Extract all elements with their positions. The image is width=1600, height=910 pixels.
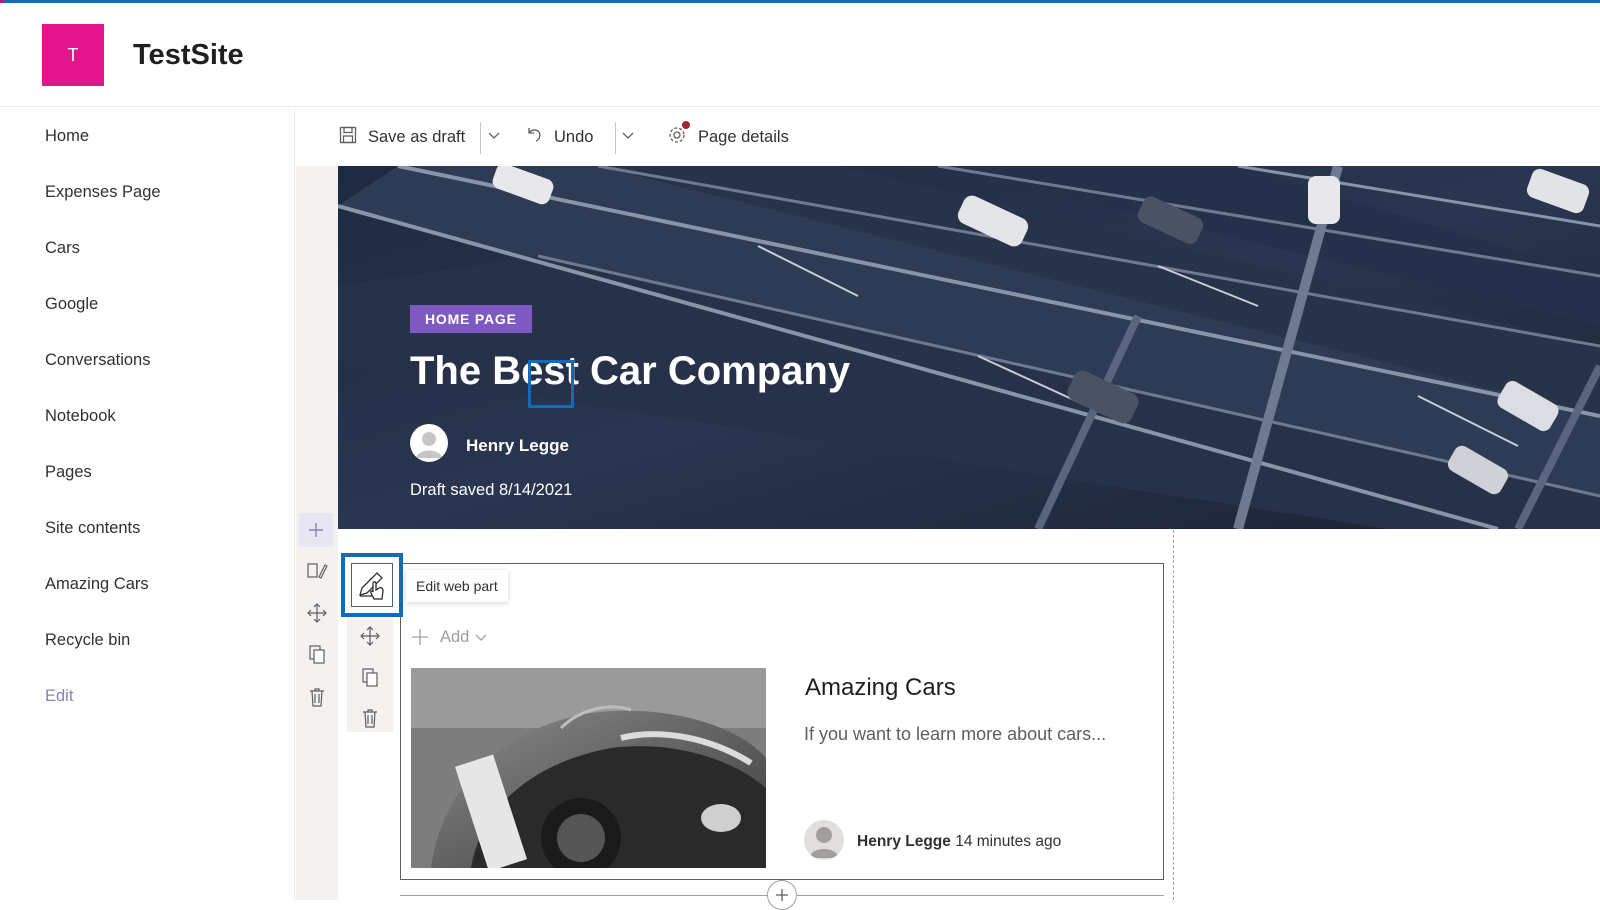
site-logo-letter: T bbox=[67, 44, 79, 65]
move-icon bbox=[360, 626, 380, 646]
chevron-down-icon bbox=[475, 634, 487, 641]
page-type-badge[interactable]: HOME PAGE bbox=[410, 305, 532, 333]
person-icon bbox=[416, 432, 442, 458]
nav-item-pages[interactable]: Pages bbox=[45, 463, 92, 482]
add-section-button[interactable] bbox=[299, 513, 333, 547]
command-bar: Save as draft Undo Page details bbox=[296, 108, 1600, 166]
site-title[interactable]: TestSite bbox=[133, 39, 244, 72]
hand-cursor-icon bbox=[370, 581, 384, 600]
move-web-part-button[interactable] bbox=[355, 621, 385, 651]
save-icon bbox=[338, 125, 358, 150]
chevron-down-icon bbox=[486, 127, 502, 148]
notification-dot bbox=[682, 120, 690, 129]
nav-item-notebook[interactable]: Notebook bbox=[45, 407, 116, 426]
nav-item-amazing-cars[interactable]: Amazing Cars bbox=[45, 575, 149, 594]
edit-section-button[interactable] bbox=[302, 556, 332, 586]
gear-icon bbox=[666, 120, 690, 151]
edit-web-part-tooltip: Edit web part bbox=[406, 570, 508, 602]
section-layout-icon bbox=[307, 563, 328, 579]
site-logo[interactable]: T bbox=[42, 24, 104, 86]
copy-icon bbox=[362, 668, 378, 687]
news-author-avatar bbox=[804, 820, 844, 860]
draft-status: Draft saved 8/14/2021 bbox=[410, 481, 573, 499]
page-details-button[interactable]: Page details bbox=[666, 120, 789, 151]
news-byline: Henry Legge 14 minutes ago bbox=[857, 833, 1061, 851]
add-label: Add bbox=[440, 627, 470, 646]
undo-icon bbox=[524, 125, 544, 150]
save-as-draft-label: Save as draft bbox=[368, 127, 466, 146]
duplicate-section-button[interactable] bbox=[302, 640, 332, 670]
highway-background-image bbox=[338, 166, 1600, 529]
nav-edit-link[interactable]: Edit bbox=[45, 687, 73, 706]
nav-item-cars[interactable]: Cars bbox=[45, 239, 80, 258]
page-title[interactable]: The Best Car Company bbox=[410, 349, 850, 394]
plus-icon bbox=[412, 629, 428, 645]
author-avatar bbox=[410, 424, 448, 462]
pencil-icon bbox=[359, 572, 384, 600]
author-name[interactable]: Henry Legge bbox=[466, 436, 569, 456]
nav-item-google[interactable]: Google bbox=[45, 295, 98, 314]
edit-web-part-button[interactable] bbox=[351, 563, 393, 607]
news-thumbnail[interactable] bbox=[411, 668, 766, 868]
copy-icon bbox=[309, 645, 325, 664]
nav-item-site-contents[interactable]: Site contents bbox=[45, 519, 140, 538]
undo-options-chevron[interactable] bbox=[620, 123, 636, 151]
nav-item-conversations[interactable]: Conversations bbox=[45, 351, 150, 370]
site-header: T TestSite bbox=[0, 3, 1600, 107]
trash-icon bbox=[310, 688, 324, 707]
duplicate-web-part-button[interactable] bbox=[355, 663, 385, 693]
trash-icon bbox=[363, 709, 377, 728]
news-description: If you want to learn more about cars... bbox=[804, 724, 1107, 744]
person-icon bbox=[809, 827, 839, 858]
section-toolbar-gutter bbox=[296, 108, 338, 900]
nav-item-recycle-bin[interactable]: Recycle bin bbox=[45, 631, 130, 650]
undo-label: Undo bbox=[554, 127, 594, 146]
add-news-button[interactable]: Add bbox=[410, 627, 489, 647]
move-section-button[interactable] bbox=[302, 598, 332, 628]
delete-web-part-button[interactable] bbox=[355, 703, 385, 733]
edit-web-part-highlight bbox=[341, 553, 403, 617]
undo-button[interactable]: Undo bbox=[524, 123, 593, 151]
text-cursor-highlight bbox=[528, 360, 574, 408]
toolbar-divider bbox=[615, 122, 616, 154]
nav-item-expenses-page[interactable]: Expenses Page bbox=[45, 183, 161, 202]
plus-icon bbox=[309, 523, 323, 537]
news-timestamp: 14 minutes ago bbox=[955, 833, 1062, 850]
plus-icon bbox=[776, 889, 788, 901]
chevron-down-icon bbox=[620, 127, 636, 148]
news-title[interactable]: Amazing Cars bbox=[805, 674, 956, 702]
news-author-name[interactable]: Henry Legge bbox=[857, 833, 951, 850]
toolbar-divider bbox=[480, 122, 481, 154]
add-web-part-button[interactable] bbox=[767, 880, 797, 910]
vintage-car-image bbox=[411, 668, 766, 868]
delete-section-button[interactable] bbox=[302, 682, 332, 712]
hero-banner[interactable]: HOME PAGE The Best Car Company Henry Leg… bbox=[338, 166, 1600, 529]
save-options-chevron[interactable] bbox=[486, 123, 502, 151]
nav-item-home[interactable]: Home bbox=[45, 127, 89, 146]
page-details-label: Page details bbox=[698, 127, 789, 146]
save-as-draft-button[interactable]: Save as draft bbox=[338, 123, 465, 151]
move-icon bbox=[307, 603, 327, 623]
left-navigation: Home Expenses Page Cars Google Conversat… bbox=[0, 108, 295, 900]
